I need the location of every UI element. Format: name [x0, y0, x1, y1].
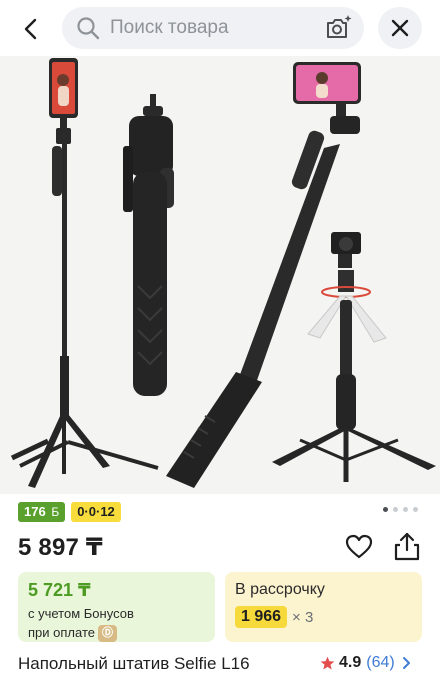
selfie-stick-extended: [166, 62, 361, 488]
product-title: Напольный штатив Selfie L16: [18, 654, 250, 673]
installment-row: 1 966 × 3: [235, 606, 313, 628]
bonus-note: с учетом Бонусов при оплате Ⓓ: [28, 604, 134, 643]
installment-multiplier: × 3: [292, 608, 314, 626]
camera-search-icon[interactable]: [324, 14, 354, 42]
product-image-gallery[interactable]: [0, 56, 440, 494]
close-icon: [391, 19, 409, 37]
product-price: 5 897 ₸: [18, 534, 103, 561]
heart-icon[interactable]: [344, 532, 374, 562]
rating-link[interactable]: 4.9 (64): [320, 654, 411, 672]
bonus-note-line2: при оплате: [28, 625, 95, 640]
share-icon[interactable]: [392, 530, 422, 562]
star-icon: [320, 656, 335, 669]
pagination-dot[interactable]: [393, 507, 398, 512]
search-bar: [62, 7, 364, 49]
pagination-dot[interactable]: [383, 507, 388, 512]
bonus-badge-currency: Б: [51, 505, 60, 519]
installment-badge: 0·0·12: [71, 502, 121, 522]
installment-amount: 1 966: [235, 606, 288, 628]
bonus-badge-value: 176: [24, 504, 46, 519]
installment-title: В рассрочку: [235, 581, 325, 598]
bonus-price-card[interactable]: 5 721 ₸ с учетом Бонусов при оплате Ⓓ: [18, 572, 215, 643]
rating-value: 4.9: [339, 654, 362, 671]
close-button[interactable]: [378, 7, 422, 49]
pagination-dot[interactable]: [403, 507, 408, 512]
pagination-dot[interactable]: [413, 507, 418, 512]
search-icon: [77, 17, 100, 40]
back-button[interactable]: [14, 12, 48, 46]
bonus-note-line1: с учетом Бонусов: [28, 606, 134, 621]
mini-tripod-camera: [272, 232, 436, 482]
bonus-price: 5 721 ₸: [28, 580, 91, 600]
product-image: [10, 58, 436, 488]
installment-card[interactable]: В рассрочку 1 966 × 3: [225, 572, 422, 642]
search-input[interactable]: [110, 7, 310, 49]
review-count: (64): [366, 654, 395, 671]
chevron-right-icon: [402, 657, 410, 669]
bonus-coin-icon: Ⓓ: [97, 625, 117, 643]
bonus-badge: 176 Б: [18, 502, 66, 522]
promo-badges: 176 Б 0·0·12: [18, 502, 121, 522]
gallery-pagination: [383, 507, 418, 512]
selfie-stick-folded: [123, 94, 174, 396]
search-header: [0, 0, 440, 56]
chevron-left-icon: [24, 18, 37, 40]
